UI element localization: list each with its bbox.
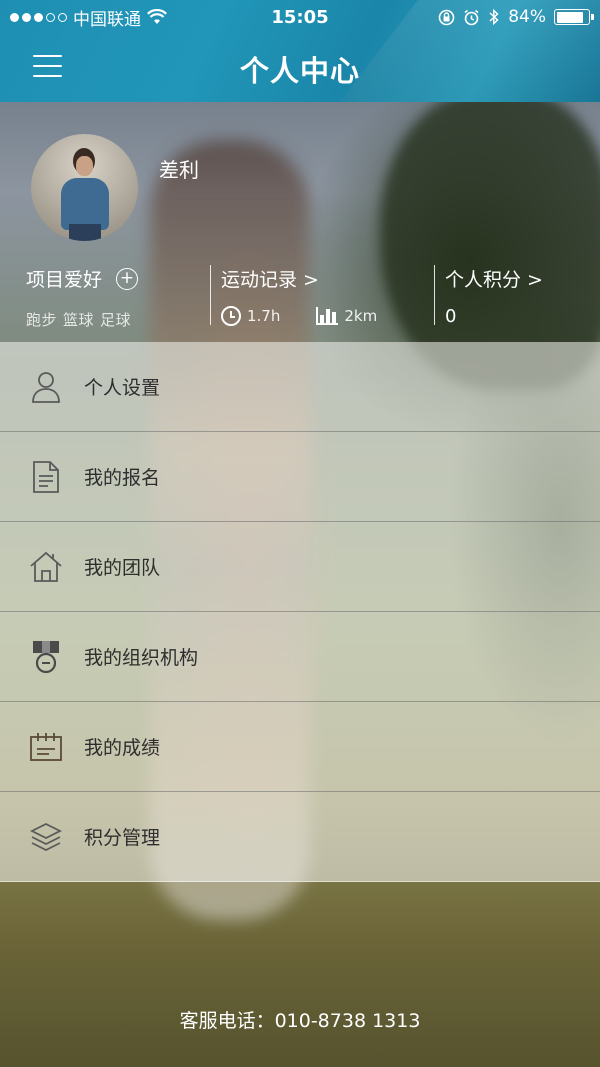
hobby-tags: 跑步 篮球 足球	[26, 309, 138, 330]
carrier-name: 中国联通	[73, 9, 141, 30]
avatar[interactable]	[31, 134, 138, 241]
medal-icon	[33, 640, 59, 673]
menu-list: 个人设置 我的报名 我的团队 我的组织机构 我的成绩 积分管理	[0, 342, 600, 882]
points-panel[interactable]: 个人积分 > 0	[434, 265, 543, 327]
home-icon	[30, 551, 62, 582]
battery-percent: 84%	[508, 7, 546, 27]
menu-item-my-organization[interactable]: 我的组织机构	[0, 612, 600, 702]
customer-service-hotline[interactable]: 客服电话：010-8738 1313	[0, 1006, 600, 1033]
hobby-title: 项目爱好	[26, 269, 103, 291]
menu-item-label: 积分管理	[84, 827, 161, 849]
status-bar: 中国联通 15:05 84%	[0, 0, 600, 34]
menu-item-label: 我的成绩	[84, 737, 161, 759]
battery-icon	[554, 9, 594, 25]
hobby-tag: 足球	[100, 311, 132, 329]
exercise-record-panel[interactable]: 运动记录 > 1.7h 2km	[210, 265, 378, 326]
document-icon	[33, 460, 59, 493]
status-time: 15:05	[271, 6, 329, 28]
menu-item-label: 我的团队	[84, 557, 161, 579]
menu-item-personal-settings[interactable]: 个人设置	[0, 342, 600, 432]
menu-item-my-registration[interactable]: 我的报名	[0, 432, 600, 522]
record-distance: 2km	[344, 307, 378, 325]
menu-item-my-team[interactable]: 我的团队	[0, 522, 600, 612]
clock-icon	[221, 306, 241, 326]
points-link[interactable]: 个人积分 >	[445, 265, 543, 292]
menu-item-my-scores[interactable]: 我的成绩	[0, 702, 600, 792]
calendar-icon	[30, 732, 62, 761]
hobby-tag: 篮球	[63, 311, 95, 329]
plus-circle-icon[interactable]: +	[116, 267, 139, 290]
page-title: 个人中心	[239, 54, 360, 88]
menu-item-label: 个人设置	[84, 377, 161, 399]
alarm-icon	[464, 9, 479, 25]
signal-dots-icon	[10, 12, 67, 22]
hobby-panel: 项目爱好 + 跑步 篮球 足球	[26, 265, 139, 330]
username: 差利	[159, 158, 199, 182]
menu-item-points-management[interactable]: 积分管理	[0, 792, 600, 882]
bluetooth-icon	[489, 8, 499, 26]
layers-icon	[30, 822, 62, 851]
screen-rotation-lock-icon	[438, 9, 455, 25]
record-duration: 1.7h	[247, 307, 281, 325]
exercise-record-link[interactable]: 运动记录 >	[221, 265, 377, 292]
menu-item-label: 我的报名	[84, 467, 161, 489]
hobby-tag: 跑步	[26, 311, 58, 329]
profile-section: 差利 项目爱好 + 跑步 篮球 足球 运动记录 > 1.7h 2km 个人积分 …	[0, 102, 600, 342]
menu-item-label: 我的组织机构	[84, 647, 199, 669]
user-icon	[32, 371, 60, 403]
wifi-icon	[147, 9, 167, 24]
points-value: 0	[445, 306, 457, 327]
bar-chart-icon	[316, 307, 339, 325]
